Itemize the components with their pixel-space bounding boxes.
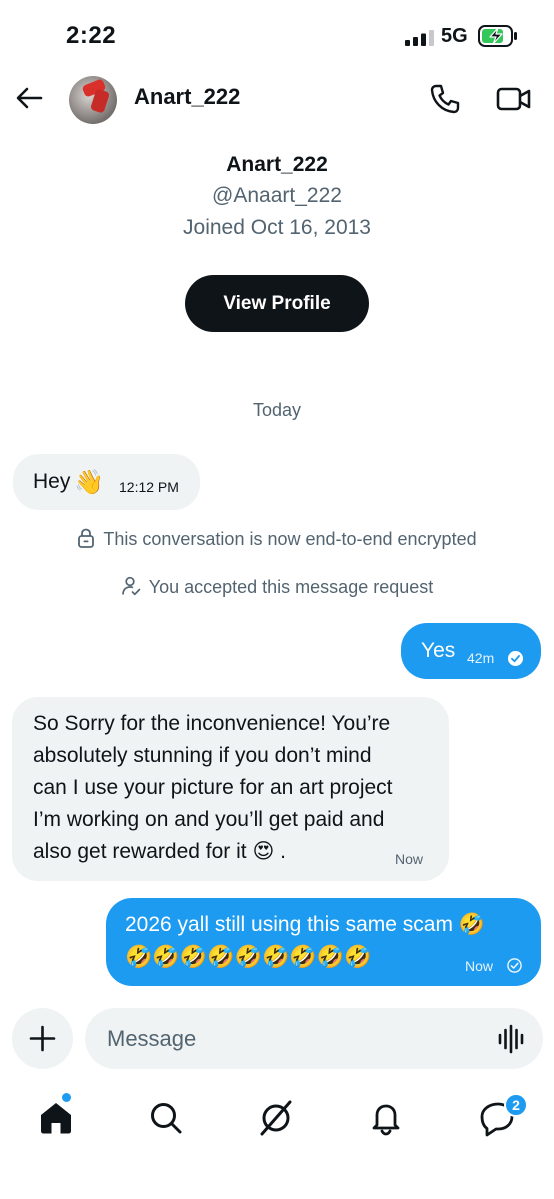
video-camera-icon[interactable]	[496, 84, 532, 114]
message-line: So Sorry for the inconvenience! You’re	[33, 712, 391, 735]
view-profile-button[interactable]: View Profile	[185, 275, 369, 332]
message-bubble-outgoing[interactable]: 2026 yall still using this same scam 🤣 🤣…	[106, 898, 541, 986]
battery-charging-icon	[478, 25, 517, 47]
home-unread-dot	[62, 1093, 71, 1102]
message-time: Now	[395, 851, 424, 867]
date-divider: Today	[252, 400, 302, 420]
profile-handle: @Anaart_222	[212, 184, 342, 207]
message-time: 42m	[467, 650, 495, 666]
plus-icon	[29, 1025, 56, 1052]
message-line: also get rewarded for it 😍 .	[33, 840, 287, 863]
search-icon[interactable]	[146, 1098, 186, 1138]
status-bar: 2:22 5G	[0, 0, 554, 70]
check-filled-icon	[508, 651, 523, 666]
system-message-text: This conversation is now end-to-end encr…	[103, 529, 477, 549]
message-bubble-incoming[interactable]: So Sorry for the inconvenience! You’re a…	[12, 697, 449, 881]
message-line: can I use your picture for an art projec…	[33, 776, 393, 799]
message-time: 12:12 PM	[119, 479, 179, 495]
system-message-accepted: You accepted this message request	[0, 576, 554, 598]
waving-hand-emoji: 👋	[74, 469, 105, 496]
status-time: 2:22	[66, 22, 117, 49]
message-input[interactable]	[107, 1022, 477, 1056]
message-line: I’m working on and you’ll get paid and	[33, 808, 385, 831]
conversation-header: Anart_222	[0, 70, 554, 128]
phone-icon[interactable]	[428, 82, 462, 116]
bottom-navigation	[0, 1088, 554, 1148]
message-line: absolutely stunning if you don’t mind	[33, 744, 372, 767]
message-text-block: So Sorry for the inconvenience! You’re a…	[33, 708, 433, 868]
back-arrow-icon[interactable]	[14, 83, 44, 113]
profile-joined-date: Joined Oct 16, 2013	[183, 216, 371, 239]
system-message-text: You accepted this message request	[148, 577, 434, 597]
cellular-signal-icon	[405, 30, 434, 46]
profile-summary: Anart_222 @Anaart_222 Joined Oct 16, 201…	[0, 150, 554, 244]
add-attachment-button[interactable]	[12, 1008, 73, 1069]
message-text: Yes	[421, 639, 456, 662]
lock-icon	[78, 528, 95, 548]
message-bubble-outgoing[interactable]: Yes 42m	[401, 623, 541, 679]
message-line: 2026 yall still using this same scam 🤣	[125, 913, 485, 936]
home-icon[interactable]	[36, 1098, 76, 1138]
messages-badge: 2	[504, 1093, 528, 1117]
message-text: Hey	[33, 470, 71, 493]
network-label: 5G	[441, 25, 468, 47]
system-message-encrypted: This conversation is now end-to-end encr…	[0, 528, 554, 550]
header-username[interactable]: Anart_222	[134, 84, 240, 110]
avatar[interactable]	[69, 76, 117, 124]
check-outline-icon	[507, 958, 522, 973]
profile-name: Anart_222	[226, 153, 328, 176]
person-check-icon	[121, 576, 141, 596]
grok-icon[interactable]	[256, 1098, 296, 1138]
bell-icon[interactable]	[366, 1098, 406, 1138]
message-bubble-incoming[interactable]: Hey 👋 12:12 PM	[13, 454, 200, 510]
voice-waveform-icon[interactable]	[497, 1024, 525, 1054]
message-composer[interactable]	[85, 1008, 543, 1069]
message-time: Now	[465, 958, 494, 974]
